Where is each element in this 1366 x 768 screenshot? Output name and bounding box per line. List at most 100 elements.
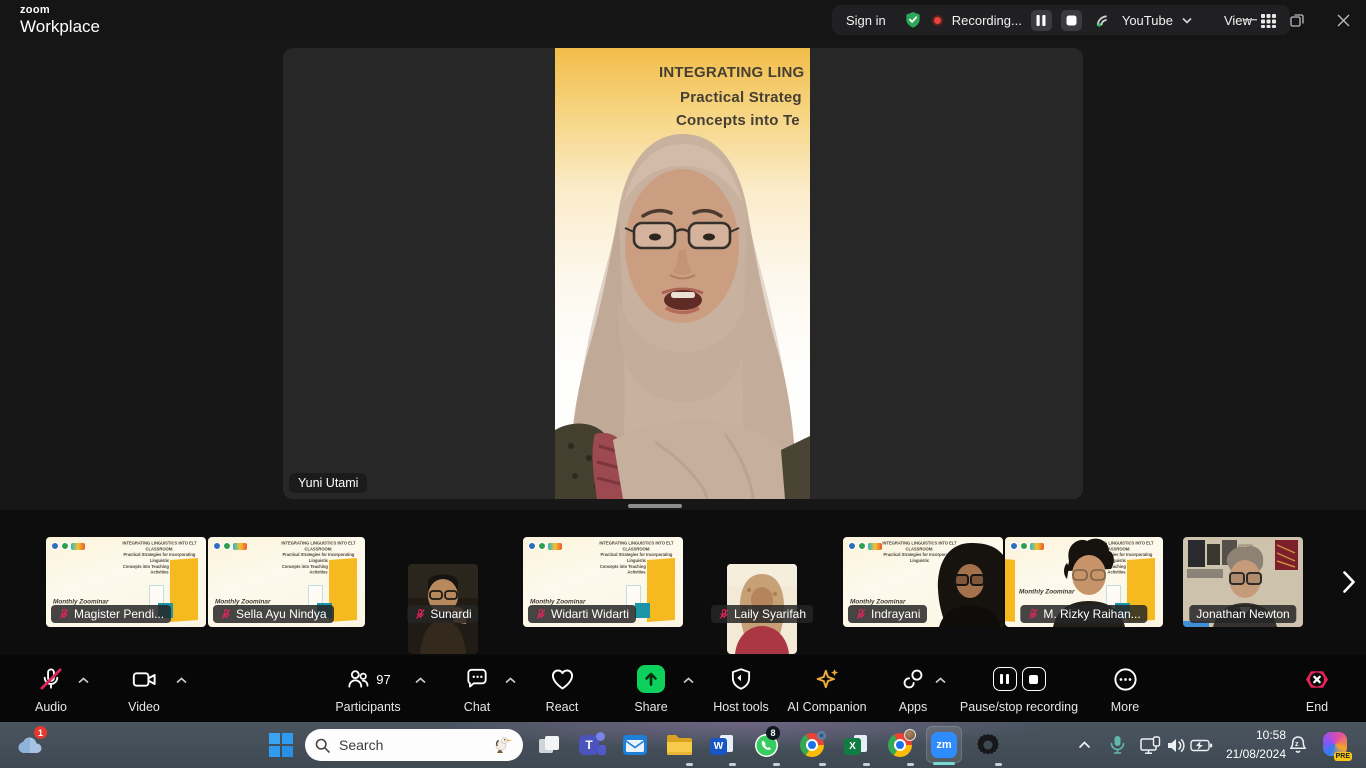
active-speaker-tile[interactable]: INTEGRATING LING Practical Strateg Conce… <box>283 48 1083 499</box>
apps-icon <box>900 666 926 692</box>
participant-tile[interactable]: INTEGRATING LINGUISTICS INTO ELT CLASSRO… <box>1005 537 1163 627</box>
minimize-button[interactable] <box>1227 0 1273 40</box>
tray-notifications-icon[interactable]: z <box>1284 731 1312 759</box>
speaker-name-label: Yuni Utami <box>289 473 367 493</box>
tray-display-icon[interactable] <box>1136 731 1164 759</box>
running-indicator <box>819 763 826 766</box>
tray-show-hidden-icons[interactable] <box>1070 731 1098 759</box>
task-view-icon <box>538 734 560 756</box>
mic-muted-icon <box>414 608 426 620</box>
taskbar-clock[interactable]: 10:58 21/08/2024 <box>1210 726 1286 763</box>
running-indicator <box>907 763 914 766</box>
recording-status: Recording... <box>952 13 1022 28</box>
participant-tile[interactable]: INTEGRATING LINGUISTICS INTO ELT CLASSRO… <box>46 537 206 627</box>
start-button[interactable] <box>267 731 295 759</box>
mic-muted-icon <box>220 608 232 620</box>
speaker-portrait <box>555 48 810 499</box>
speaker-icon <box>1167 737 1187 754</box>
bell-dnd-icon: z <box>1288 735 1308 755</box>
zoom-meeting-window: zoom Workplace Sign in Recording... YouT… <box>0 0 1366 768</box>
profile-avatar <box>904 729 916 741</box>
participants-count: 97 <box>376 672 390 687</box>
pause-icon[interactable] <box>993 667 1017 691</box>
participant-name-label: Sunardi <box>407 605 478 623</box>
participant-tile[interactable]: INTEGRATING LINGUISTICS INTO ELT CLASSRO… <box>843 537 1003 627</box>
mic-muted-icon <box>1027 608 1039 620</box>
mic-muted-icon <box>718 608 730 620</box>
stream-chevron-down-icon[interactable] <box>1182 17 1192 24</box>
live-stream-icon <box>1095 12 1113 28</box>
participant-name-label: Magister Pendi... <box>51 605 171 623</box>
participant-tile[interactable]: INTEGRATING LINGUISTICS INTO ELT CLASSRO… <box>208 537 365 627</box>
sign-in-button[interactable]: Sign in <box>846 13 886 28</box>
excel-glyph: X <box>844 738 861 755</box>
taskbar-word-icon[interactable]: W <box>708 731 736 759</box>
taskbar-zoom-icon[interactable]: zm <box>930 731 958 759</box>
taskbar-search[interactable]: Search <box>305 729 523 761</box>
tray-date: 21/08/2024 <box>1210 745 1286 764</box>
participant-tile[interactable]: INTEGRATING LINGUISTICS INTO ELT CLASSRO… <box>523 537 683 627</box>
participant-name-label: Jonathan Newton <box>1189 605 1296 623</box>
taskbar-teams-icon[interactable]: T <box>578 731 606 759</box>
word-glyph: W <box>710 738 727 755</box>
svg-text:z: z <box>1295 741 1299 748</box>
participant-name-label: Sella Ayu Nindya <box>213 605 334 623</box>
running-indicator <box>686 763 693 766</box>
gear-overlay-icon <box>816 730 827 741</box>
stop-recording-button[interactable] <box>1061 10 1082 31</box>
pause-recording-button[interactable] <box>1031 10 1052 31</box>
taskbar-excel-icon[interactable]: X <box>842 731 870 759</box>
close-button[interactable] <box>1320 0 1366 40</box>
mail-envelope-icon <box>622 732 648 758</box>
participant-name-label: Indrayani <box>848 605 927 623</box>
security-shield-icon[interactable] <box>903 10 923 30</box>
titlebar-cluster: Sign in Recording... YouTube View <box>832 5 1290 35</box>
slide-logos <box>528 542 562 550</box>
title-bar: zoom Workplace Sign in Recording... YouT… <box>0 0 1366 40</box>
heart-icon <box>549 666 576 693</box>
stop-icon[interactable] <box>1022 667 1046 691</box>
end-button[interactable]: End <box>1252 664 1366 714</box>
more-ellipsis-icon <box>1112 666 1139 693</box>
participant-name-label: M. Rizky Raihan... <box>1020 605 1147 623</box>
taskbar-explorer-icon[interactable] <box>665 731 693 759</box>
stream-service-label[interactable]: YouTube <box>1122 13 1173 28</box>
mic-muted-icon <box>855 608 867 620</box>
slide-logos <box>51 542 85 550</box>
participant-filmstrip: INTEGRATING LINGUISTICS INTO ELT CLASSRO… <box>0 510 1366 655</box>
chevron-up-icon <box>1078 741 1091 749</box>
file-explorer-icon <box>666 733 693 757</box>
taskbar-chrome-meet-icon[interactable] <box>798 731 826 759</box>
more-button[interactable]: More <box>1060 664 1190 714</box>
tray-time: 10:58 <box>1210 726 1286 745</box>
filmstrip-resize-handle[interactable] <box>628 504 682 508</box>
participants-icon <box>345 666 371 692</box>
chevron-right-icon <box>1343 571 1355 593</box>
apps-options-chevron[interactable] <box>935 677 949 687</box>
filmstrip-next-button[interactable] <box>1336 560 1362 604</box>
taskbar-settings-icon[interactable] <box>974 731 1002 759</box>
maximize-restore-button[interactable] <box>1274 0 1320 40</box>
running-indicator <box>995 763 1002 766</box>
weather-badge: 1 <box>34 726 47 739</box>
running-indicator <box>773 763 780 766</box>
search-placeholder: Search <box>339 737 482 753</box>
task-view-button[interactable] <box>535 731 563 759</box>
taskbar-copilot-icon[interactable]: PRE <box>1322 731 1350 759</box>
shield-icon <box>728 666 754 692</box>
taskbar-mail-icon[interactable] <box>621 731 649 759</box>
whatsapp-badge: 8 <box>766 726 780 740</box>
video-options-chevron[interactable] <box>176 677 190 687</box>
main-stage: INTEGRATING LING Practical Strateg Conce… <box>0 40 1366 510</box>
share-screen-icon <box>637 665 665 693</box>
taskbar-chrome-profile-icon[interactable] <box>886 731 914 759</box>
ai-sparkle-icon <box>813 665 841 693</box>
monitor-icon <box>1140 736 1161 755</box>
tray-microphone-icon[interactable] <box>1103 731 1131 759</box>
meeting-toolbar: Audio Video 97 Participants <box>0 655 1366 722</box>
zoom-running-indicator <box>933 762 955 765</box>
video-button[interactable]: Video <box>79 664 209 714</box>
running-indicator <box>863 763 870 766</box>
chat-bubble-icon <box>464 666 490 692</box>
participant-tile[interactable]: Jonathan Newton <box>1183 537 1303 627</box>
